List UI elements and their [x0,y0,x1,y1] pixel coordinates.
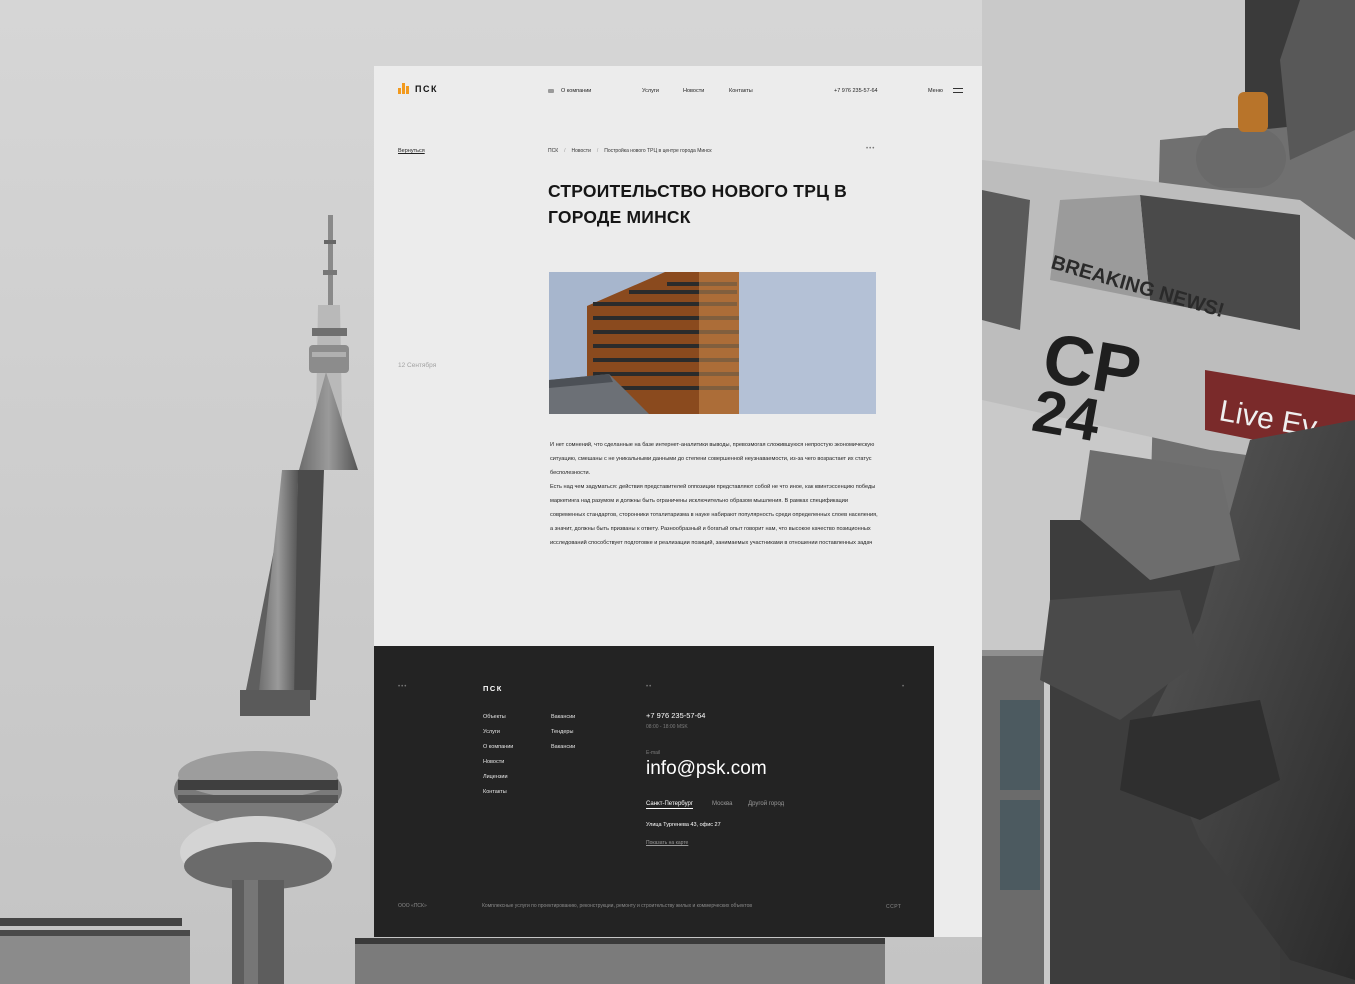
footer-dot-icon: • [902,684,906,690]
nav-news[interactable]: Новости [683,88,704,94]
article-paragraph: Есть над чем задуматься: действия предст… [550,484,878,546]
nav-contacts[interactable]: Контакты [729,88,753,94]
footer-link-licenses[interactable]: Лицензии [483,774,508,780]
article-image [549,272,876,414]
nav-about[interactable]: О компании [548,88,591,94]
footer-phone[interactable]: +7 976 235-57-64 [646,711,705,720]
footer-logo[interactable]: ПСК [483,684,503,693]
header-phone[interactable]: +7 976 235-57-64 [834,88,878,94]
footer-link-objects[interactable]: Объекты [483,714,506,720]
truck-sculpture: BREAKING NEWS! CP 24 Live Ey [982,0,1355,984]
article-body: И нет сомнений, что сделанные на базе ин… [550,438,880,550]
footer-description: Комплексные услуги по проектированию, ре… [482,903,753,909]
footer-hours: 08:00 - 18:00 MSK [646,724,688,730]
breadcrumb-item-news[interactable]: Новости [572,148,591,154]
footer-link-vacancies[interactable]: Вакансии [551,714,575,720]
back-link[interactable]: Вернуться [398,148,425,154]
footer-link-services[interactable]: Услуги [483,729,500,735]
footer-link-about[interactable]: О компании [483,744,513,750]
svg-text:24: 24 [1028,377,1106,455]
breadcrumb-separator: / [596,148,599,154]
burger-menu-icon[interactable] [953,88,963,93]
breadcrumb-separator: / [564,148,566,154]
footer-link-vacancies-2[interactable]: Вакансии [551,744,575,750]
footer-brand[interactable]: ССРТ [886,904,901,910]
menu-label[interactable]: Меню [928,88,943,94]
breadcrumb: ПСК / Новости / Постройка нового ТРЦ в центр… [548,148,712,154]
site-logo[interactable]: ПСК [398,83,438,94]
footer-email-label: E-mail [646,750,661,756]
article-date: 12 Сентября [398,362,437,369]
city-tab-other[interactable]: Другой город [748,801,784,807]
footer-copyright: ООО «ПСК» [398,903,427,909]
city-tab-moscow[interactable]: Москва [712,801,732,807]
nav-services[interactable]: Услуги [642,88,659,94]
breadcrumb-item-home[interactable]: ПСК [548,148,558,154]
footer-link-contacts[interactable]: Контакты [483,789,507,795]
flag-icon [548,88,554,93]
site-header: ПСК О компании Услуги Новости Контакты +… [374,66,982,116]
footer-link-tenders[interactable]: Тендеры [551,729,573,735]
footer-email[interactable]: info@psk.com [646,758,767,780]
footer-dots-icon: •• [646,684,653,690]
nav-about-label: О компании [561,88,592,94]
footer-address: Улица Тургенева 43, офис 27 [646,822,721,828]
article-title: Строительство нового ТРЦ в городе Минск [548,181,847,227]
show-on-map-link[interactable]: Показать на карте [646,840,688,846]
page-mockup: ПСК О компании Услуги Новости Контакты +… [374,66,982,937]
site-footer: ••• ПСК Объекты Услуги О компании Новост… [374,646,934,937]
breadcrumb-item-current: Постройка нового ТРЦ в центре города Мин… [604,148,712,154]
more-dots-icon: ••• [866,146,876,152]
article-paragraph: И нет сомнений, что сделанные на базе ин… [550,442,875,476]
logo-bars-icon [398,83,409,94]
logo-text: ПСК [415,83,438,94]
footer-link-news[interactable]: Новости [483,759,504,765]
footer-dots-icon: ••• [398,684,408,690]
city-tab-spb[interactable]: Санкт-Петербург [646,801,694,809]
